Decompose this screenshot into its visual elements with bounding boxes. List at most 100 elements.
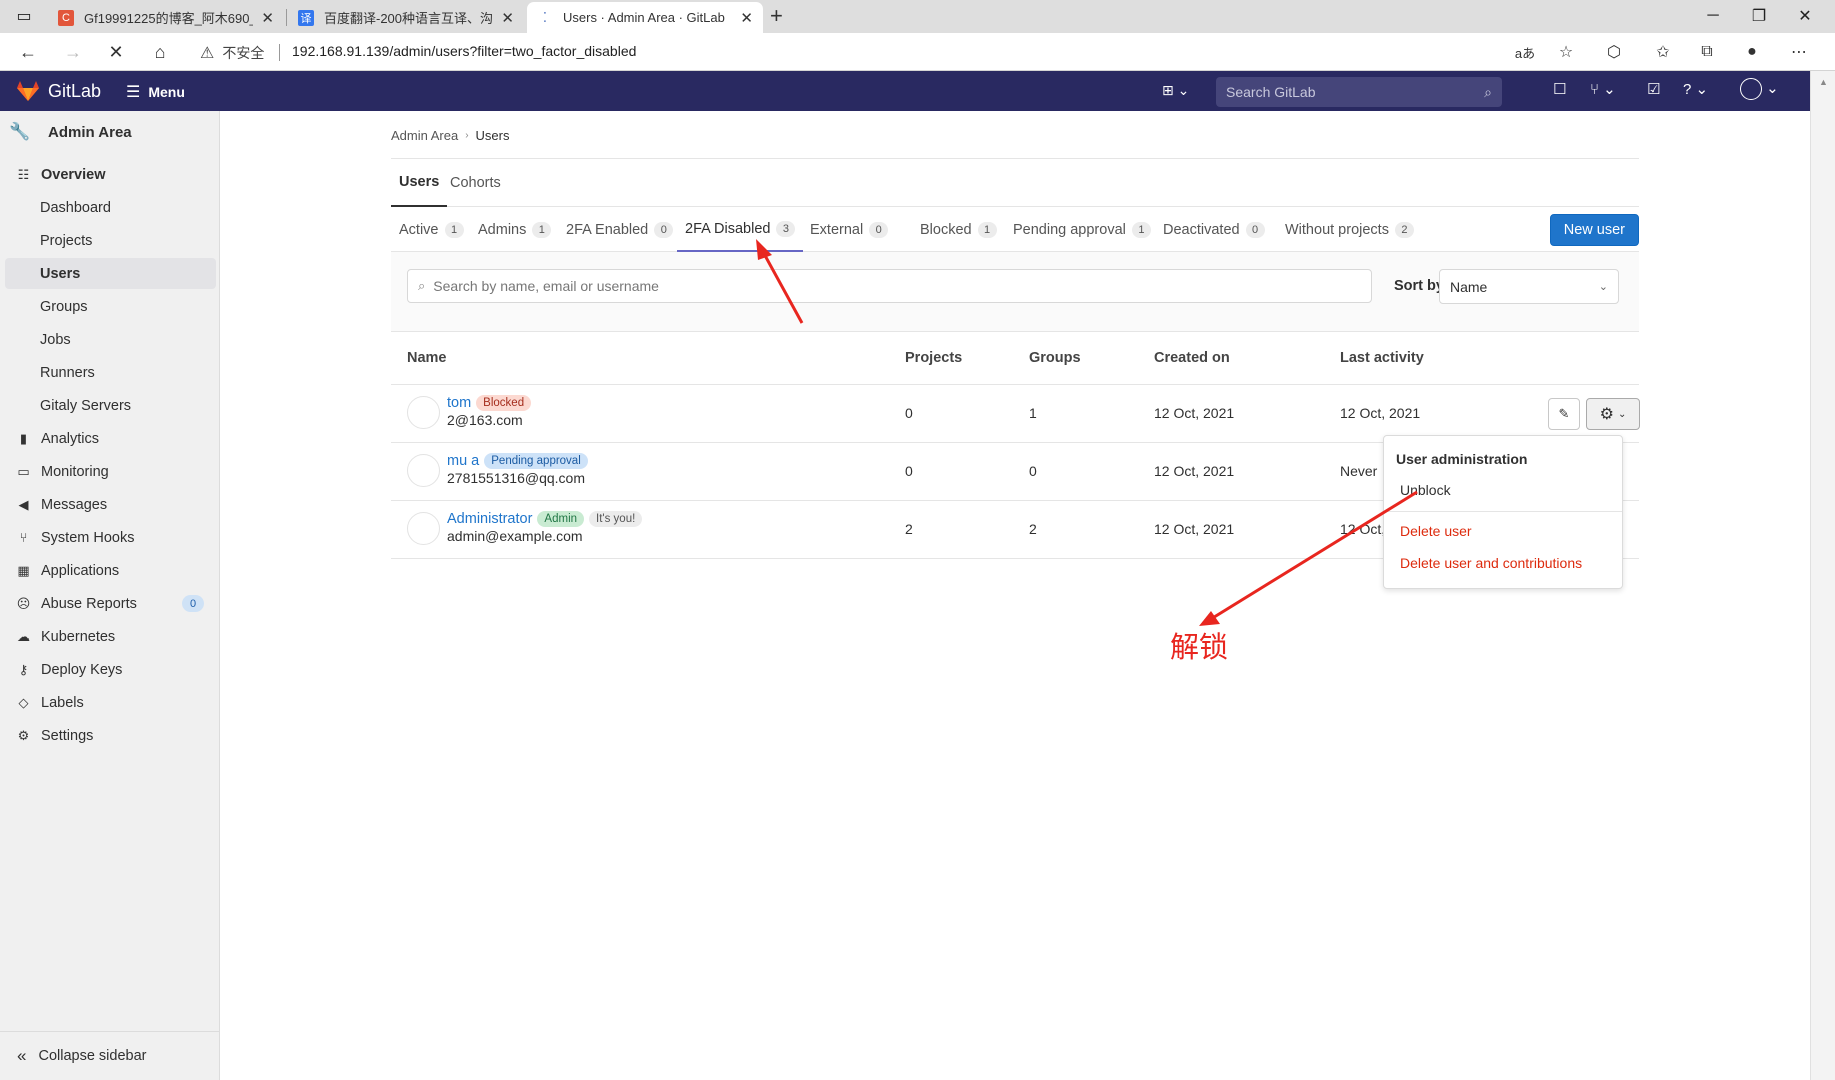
filter-tab-active[interactable]: Active 1 (391, 207, 472, 252)
sidebar-item-overview[interactable]: ☷ Overview (5, 159, 216, 190)
help-icon[interactable]: ? ⌄ (1683, 80, 1708, 98)
avatar[interactable] (407, 454, 440, 487)
filter-tab-2fa-disabled[interactable]: 2FA Disabled 3 (677, 207, 804, 252)
filter-tab-external[interactable]: External 0 (802, 207, 896, 252)
sidebar-header[interactable]: 🔧 Admin Area (8, 120, 131, 144)
sidebar-item-deploy-keys[interactable]: ⚷ Deploy Keys (5, 654, 216, 685)
filter-tab-pending-approval[interactable]: Pending approval 1 (1005, 207, 1159, 252)
delete-user-and-contributions-menu-item[interactable]: Delete user and contributions (1400, 555, 1582, 571)
sidebar-item-kubernetes[interactable]: ☁ Kubernetes (5, 621, 216, 652)
sidebar-item-label: Deploy Keys (41, 661, 123, 678)
sidebar-item-groups[interactable]: Groups (5, 291, 216, 322)
browser-tab-gitlab[interactable]: ⁚ Users · Admin Area · GitLab ✕ (527, 2, 763, 33)
groups-count: 0 (1029, 463, 1037, 479)
filter-tab-deactivated[interactable]: Deactivated 0 (1155, 207, 1273, 252)
sidebar-item-system-hooks[interactable]: ⑂ System Hooks (5, 522, 216, 553)
tab-title: Users · Admin Area · GitLab (563, 10, 725, 25)
issues-icon[interactable]: ☐ (1553, 80, 1566, 98)
avatar[interactable] (407, 512, 440, 545)
merge-requests-icon[interactable]: ⑂ ⌄ (1590, 80, 1616, 98)
sidebar-item-settings[interactable]: ⚙ Settings (5, 720, 216, 751)
browser-tab-csdn[interactable]: C Gf19991225的博客_阿木690_CSD ✕ (48, 2, 284, 33)
home-icon[interactable]: ⌂ (146, 39, 174, 65)
tab-users[interactable]: Users (391, 159, 448, 207)
read-aloud-icon[interactable]: aあ (1512, 40, 1538, 64)
sidebar-item-label: Labels (41, 694, 84, 711)
filter-tab-2fa-enabled[interactable]: 2FA Enabled 0 (558, 207, 681, 252)
menu-button[interactable]: ☰ Menu (126, 82, 185, 102)
extensions-icon[interactable]: ⬡ (1601, 40, 1627, 64)
collapse-sidebar-button[interactable]: « Collapse sidebar (0, 1031, 219, 1079)
filter-tab-admins[interactable]: Admins 1 (470, 207, 559, 252)
profile-icon[interactable]: ● (1739, 40, 1765, 64)
tab-actions-icon[interactable]: ▭ (0, 0, 48, 31)
sidebar-item-messages[interactable]: ◀ Messages (5, 489, 216, 520)
bullhorn-icon: ◀ (18, 496, 29, 512)
page-scrollbar[interactable]: ▲ (1810, 71, 1835, 1080)
gitlab-wordmark: GitLab (48, 80, 102, 101)
filter-tab-without-projects[interactable]: Without projects 2 (1277, 207, 1422, 252)
user-avatar-menu[interactable]: ⌄ (1740, 78, 1779, 100)
url-field[interactable]: 192.168.91.139/admin/users?filter=two_fa… (292, 43, 636, 59)
favorite-star-icon[interactable]: ☆ (1553, 40, 1579, 64)
annotation-label: 解锁 (1170, 630, 1229, 664)
avatar[interactable] (407, 396, 440, 429)
site-security-indicator[interactable]: ⚠ 不安全 (200, 43, 264, 63)
sort-select[interactable]: Name ⌄ (1439, 269, 1619, 304)
user-search-input[interactable]: ⌕ Search by name, email or username (407, 269, 1372, 303)
close-tab-icon[interactable]: ✕ (740, 9, 753, 27)
back-icon[interactable]: ← (14, 39, 42, 65)
breadcrumb-admin-area[interactable]: Admin Area (391, 128, 458, 143)
todos-icon[interactable]: ☑ (1647, 80, 1660, 98)
sidebar-item-gitaly-servers[interactable]: Gitaly Servers (5, 390, 216, 421)
close-tab-icon[interactable]: ✕ (501, 9, 514, 27)
filter-tab-label: 2FA Disabled (685, 220, 771, 237)
sidebar-item-monitoring[interactable]: ▭ Monitoring (5, 456, 216, 487)
sidebar-item-jobs[interactable]: Jobs (5, 324, 216, 355)
chevron-down-icon: ⌄ (1598, 281, 1608, 293)
close-tab-icon[interactable]: ✕ (261, 9, 274, 27)
scroll-up-arrow-icon[interactable]: ▲ (1819, 77, 1828, 87)
user-name-link[interactable]: mu a (447, 453, 479, 469)
url-separator (279, 44, 280, 61)
sidebar-item-abuse-reports[interactable]: ☹ Abuse Reports 0 (5, 588, 216, 619)
sidebar-item-projects[interactable]: Projects (5, 225, 216, 256)
pencil-square-icon: ✎ (1558, 406, 1570, 421)
tab-cohorts[interactable]: Cohorts (442, 159, 509, 207)
browser-tab-baidu[interactable]: 译 百度翻译-200种语言互译、沟通全 ✕ (288, 2, 524, 33)
chevron-right-icon: › (465, 130, 469, 141)
user-settings-dropdown-button[interactable]: ⚙ ⌄ (1586, 398, 1640, 430)
filter-tab-label: External (810, 221, 864, 238)
collections-icon[interactable]: ⧉ (1694, 40, 1720, 64)
gitlab-search-input[interactable]: Search GitLab ⌕ (1216, 77, 1502, 107)
unblock-menu-item[interactable]: Unblock (1400, 482, 1451, 498)
sidebar-item-applications[interactable]: ▦ Applications (5, 555, 216, 586)
minimize-icon[interactable]: ─ (1688, 0, 1738, 31)
gitlab-home-link[interactable]: GitLab (16, 80, 101, 102)
close-window-icon[interactable]: ✕ (1780, 0, 1830, 31)
favorites-list-icon[interactable]: ✩ (1650, 40, 1676, 64)
gitlab-logo-icon (17, 81, 39, 101)
new-tab-icon[interactable]: + (770, 3, 783, 29)
more-options-icon[interactable]: ⋯ (1786, 40, 1812, 64)
restore-icon[interactable]: ❐ (1734, 0, 1784, 31)
user-name-link[interactable]: Administrator (447, 511, 532, 527)
breadcrumb-users[interactable]: Users (476, 128, 510, 143)
sidebar-item-users[interactable]: Users (5, 258, 216, 289)
filter-tab-blocked[interactable]: Blocked 1 (912, 207, 1005, 252)
delete-user-menu-item[interactable]: Delete user (1400, 523, 1472, 539)
user-name-link[interactable]: tom (447, 395, 471, 411)
sidebar-item-runners[interactable]: Runners (5, 357, 216, 388)
create-new-dropdown[interactable]: ⊞ ⌄ (1162, 82, 1189, 99)
created-on: 12 Oct, 2021 (1154, 405, 1235, 421)
filter-tab-label: Without projects (1285, 221, 1389, 238)
sidebar-item-label: Monitoring (41, 463, 109, 480)
new-user-button[interactable]: New user (1549, 214, 1639, 246)
stop-loading-icon[interactable]: ✕ (102, 39, 130, 65)
sidebar-item-dashboard[interactable]: Dashboard (5, 192, 216, 223)
sidebar-item-labels[interactable]: ◇ Labels (5, 687, 216, 718)
sidebar-item-analytics[interactable]: ▮ Analytics (5, 423, 216, 454)
edit-user-button[interactable]: ✎ (1548, 398, 1580, 430)
user-email: admin@example.com (447, 528, 583, 544)
forward-icon[interactable]: → (59, 39, 87, 65)
